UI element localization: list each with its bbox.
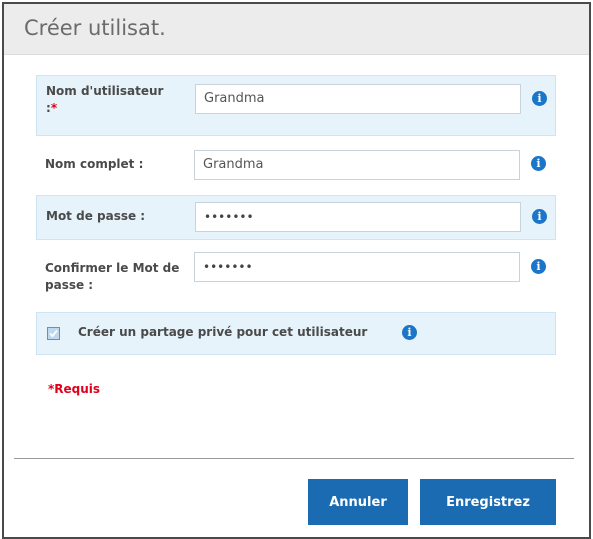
info-icon[interactable]: i (532, 209, 547, 224)
required-asterisk: * (50, 101, 58, 115)
confirm-password-label: Confirmer le Mot de passe : (45, 261, 180, 292)
fullname-label: Nom complet : (45, 157, 144, 171)
confirm-password-field[interactable]: ••••••• (194, 252, 520, 282)
required-note: *Requis (48, 382, 101, 396)
password-field[interactable]: ••••••• (195, 202, 521, 232)
username-row: Nom d'utilisateur :* Grandma i (36, 75, 556, 136)
confirm-password-row: Confirmer le Mot de passe : ••••••• i (36, 246, 556, 306)
cancel-button[interactable]: Annuler (308, 479, 408, 525)
password-label: Mot de passe : (46, 209, 146, 223)
private-share-checkbox[interactable] (47, 327, 60, 340)
dialog-title-bar: Créer utilisat. (4, 4, 589, 55)
info-icon[interactable]: i (532, 91, 547, 106)
create-user-dialog: Créer utilisat. Nom d'utilisateur :* Gra… (2, 2, 591, 539)
private-share-label[interactable]: Créer un partage privé pour cet utilisat… (78, 325, 367, 339)
private-share-row: Créer un partage privé pour cet utilisat… (36, 312, 556, 355)
dialog-title: Créer utilisat. (24, 16, 166, 40)
fullname-field[interactable]: Grandma (194, 150, 520, 180)
save-button[interactable]: Enregistrez (420, 479, 556, 525)
username-label-text: Nom d'utilisateur : (46, 84, 164, 115)
footer-divider (14, 458, 574, 459)
username-label: Nom d'utilisateur :* (46, 83, 176, 117)
checkmark-icon (49, 329, 58, 338)
info-icon[interactable]: i (531, 156, 546, 171)
info-icon[interactable]: i (531, 259, 546, 274)
username-field[interactable]: Grandma (195, 84, 521, 114)
password-row: Mot de passe : ••••••• i (36, 195, 556, 240)
fullname-row: Nom complet : Grandma i (36, 144, 556, 190)
info-icon[interactable]: i (402, 325, 417, 340)
